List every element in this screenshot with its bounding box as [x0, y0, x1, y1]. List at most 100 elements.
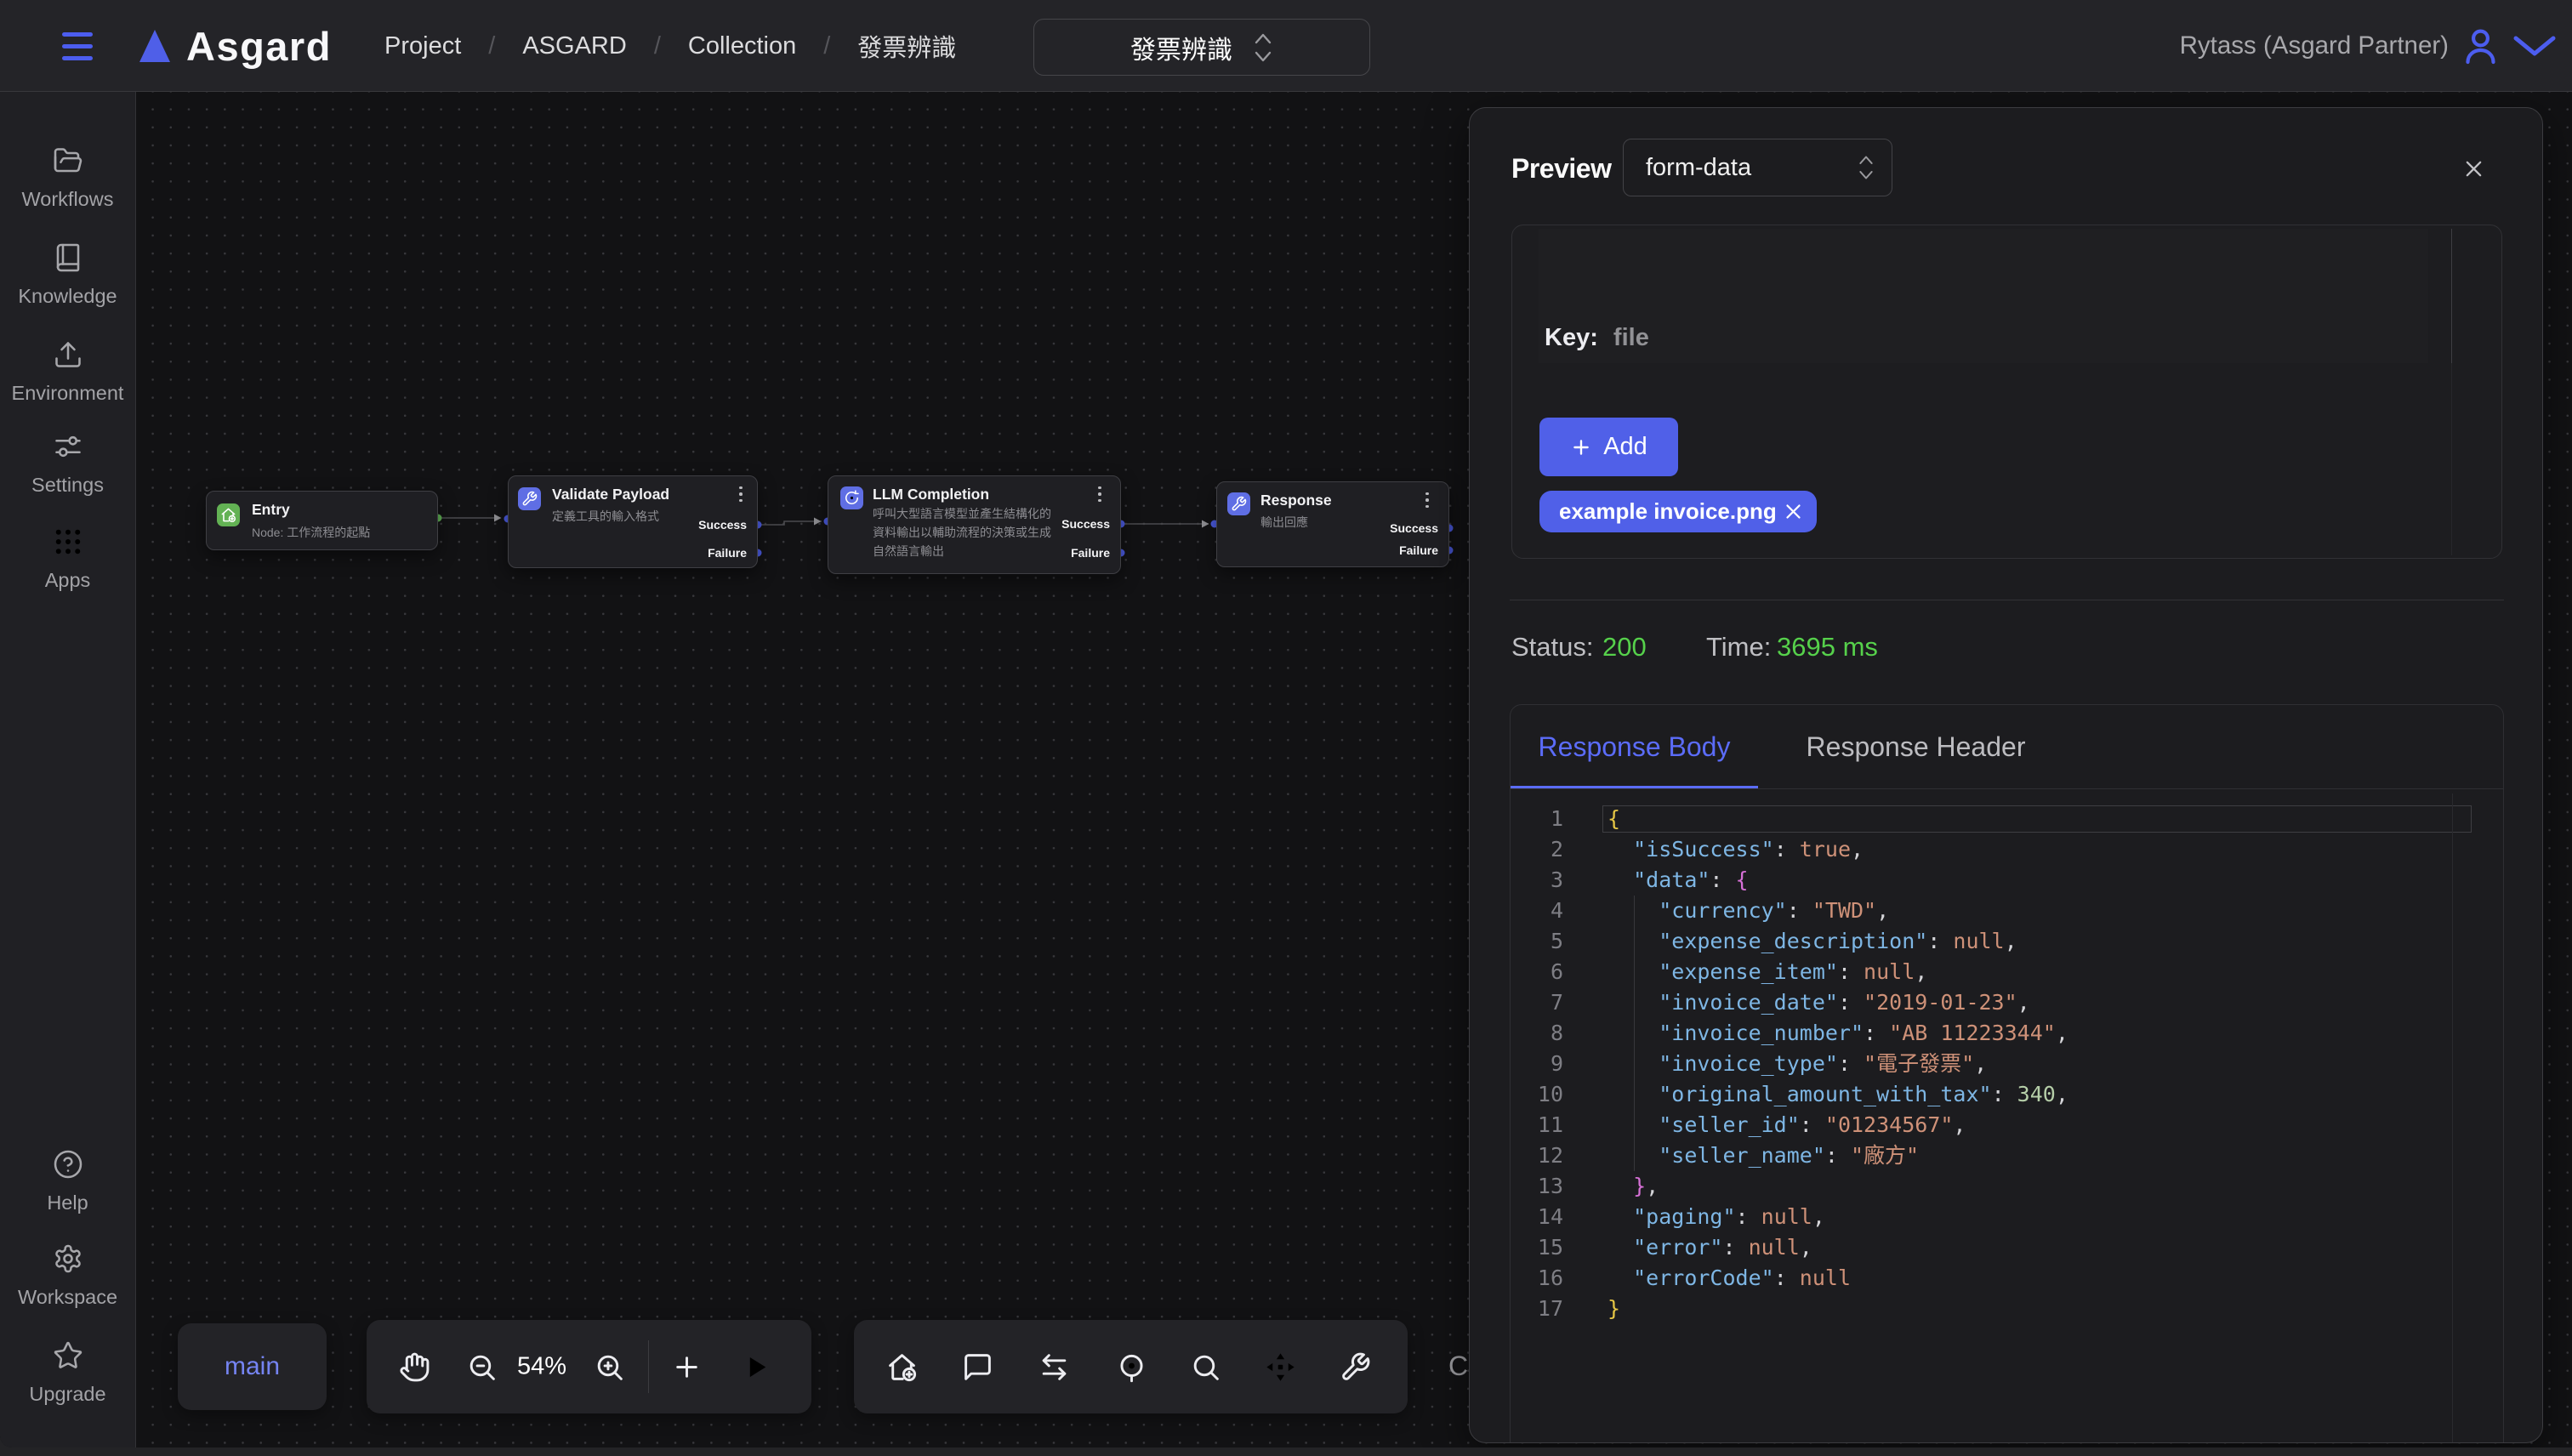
kebab-dot: [1425, 505, 1429, 509]
left-sidebar: Workflows Knowledge Environment Settings App…: [0, 92, 136, 1447]
port-label-success: Success: [1390, 521, 1438, 535]
line-number: 15: [1511, 1232, 1563, 1263]
breadcrumb: Project/ASGARD/Collection/發票辨識: [384, 0, 956, 92]
grid-icon: [53, 526, 83, 557]
house-plus-button[interactable]: [878, 1343, 925, 1391]
code-token: [1608, 867, 1633, 892]
panel-close-button[interactable]: [2459, 154, 2488, 183]
top-bar: Asgard Project/ASGARD/Collection/發票辨識 發票…: [0, 0, 2572, 92]
node-title: Validate Payload: [552, 486, 669, 503]
code-text: },: [1608, 1171, 1659, 1202]
node-menu-icon[interactable]: [1420, 489, 1435, 511]
code-text: "original_amount_with_tax": 340,: [1608, 1079, 2068, 1110]
zoom-out-button[interactable]: [458, 1343, 505, 1391]
node-icon: [518, 487, 541, 510]
code-text: "isSuccess": true,: [1608, 834, 1864, 865]
node-menu-icon[interactable]: [1092, 483, 1107, 505]
code-token: null: [1864, 959, 1915, 984]
sidebar-item-upgrade[interactable]: Upgrade: [0, 1340, 135, 1406]
code-token: "expense_item": [1659, 959, 1838, 984]
wrench-button[interactable]: [1331, 1343, 1379, 1391]
code-line: 2 "isSuccess": true,: [1511, 834, 2503, 865]
node-menu-icon[interactable]: [733, 483, 748, 505]
node-validate-payload[interactable]: Validate Payload定義工具的輸入格式SuccessFailure: [508, 475, 758, 568]
unfold-icon: [1858, 153, 1875, 182]
menu-icon[interactable]: [62, 32, 93, 64]
code-text: "expense_description": null,: [1608, 926, 2017, 957]
file-chip[interactable]: example invoice.png: [1539, 491, 1817, 532]
code-token: "currency": [1659, 898, 1787, 923]
status-label: Status:: [1511, 632, 1594, 663]
code-text: "invoice_type": "電子發票",: [1608, 1049, 1987, 1079]
add-file-button[interactable]: Add: [1539, 418, 1678, 476]
zoom-in-button[interactable]: [585, 1343, 633, 1391]
code-token: "invoice_number": [1659, 1021, 1864, 1045]
logo-triangle-icon: [139, 30, 170, 62]
move-button[interactable]: [1256, 1343, 1304, 1391]
swap-button[interactable]: [1030, 1343, 1078, 1391]
code-token: 340: [2017, 1082, 2056, 1106]
sidebar-item-workflows[interactable]: Workflows: [0, 145, 135, 211]
search-button[interactable]: [1181, 1343, 1229, 1391]
code-token: [1608, 1174, 1633, 1198]
node-llm-completion[interactable]: LLM Completion呼叫大型語言模型並產生結構化的資料輸出以輔助流程的決…: [828, 475, 1121, 574]
tab-response-header[interactable]: Response Header: [1778, 705, 2054, 789]
format-select[interactable]: form-data: [1623, 139, 1892, 196]
zoom-in-icon: [594, 1351, 625, 1383]
move-icon: [1265, 1351, 1296, 1383]
scrollbar-thumb[interactable]: [2451, 229, 2452, 363]
sidebar-item-help[interactable]: Help: [0, 1149, 135, 1214]
comment-button[interactable]: [953, 1343, 1001, 1391]
indent-guide: [1634, 896, 1635, 1171]
breadcrumb-item[interactable]: Collection: [688, 32, 796, 60]
current-line-outline: [1602, 805, 2472, 833]
node-entry[interactable]: EntryNode: 工作流程的起點: [206, 491, 438, 550]
locate-button[interactable]: [1107, 1343, 1155, 1391]
code-token: "AB 11223344": [1889, 1021, 2056, 1045]
line-number: 9: [1511, 1049, 1563, 1079]
app-logo: Asgard: [139, 0, 332, 92]
breadcrumb-item[interactable]: ASGARD: [522, 32, 626, 60]
sidebar-item-apps[interactable]: Apps: [0, 526, 135, 592]
time-value: 3695 ms: [1777, 632, 1878, 663]
breadcrumb-item[interactable]: 發票辨識: [857, 28, 956, 64]
code-token: :: [1927, 929, 1953, 953]
code-token: ,: [1974, 1051, 1987, 1076]
response-body-code[interactable]: 1{2 "isSuccess": true,3 "data": {4 "curr…: [1511, 790, 2503, 1443]
code-token: ,: [1800, 1235, 1812, 1260]
add-button[interactable]: [663, 1343, 710, 1391]
node-icon: [217, 503, 240, 526]
code-token: ,: [2005, 929, 2017, 953]
house-plus-icon: [220, 507, 236, 523]
sidebar-item-knowledge[interactable]: Knowledge: [0, 242, 135, 308]
code-token: "errorCode": [1633, 1265, 1774, 1290]
code-token: ,: [2017, 990, 2030, 1015]
sidebar-item-settings[interactable]: Settings: [0, 431, 135, 497]
line-number: 4: [1511, 896, 1563, 926]
account-menu[interactable]: Rytass (Asgard Partner): [2180, 0, 2557, 92]
run-button[interactable]: [732, 1343, 780, 1391]
workflow-select[interactable]: 發票辨識: [1033, 19, 1370, 76]
code-line: 9 "invoice_type": "電子發票",: [1511, 1049, 2503, 1079]
code-text: "paging": null,: [1608, 1202, 1825, 1232]
file-chip-remove-button[interactable]: [1777, 495, 1810, 529]
breadcrumb-item[interactable]: Project: [384, 32, 461, 60]
code-token: ,: [2056, 1021, 2068, 1045]
editor-scrollbar[interactable]: [2452, 793, 2453, 1443]
node-icon: [840, 486, 863, 509]
sidebar-item-environment[interactable]: Environment: [0, 339, 135, 405]
sidebar-item-workspace[interactable]: Workspace: [0, 1243, 135, 1309]
node-response[interactable]: Response輸出回應SuccessFailure: [1216, 481, 1449, 567]
code-line: 8 "invoice_number": "AB 11223344",: [1511, 1018, 2503, 1049]
sidebar-item-label: Environment: [12, 382, 124, 405]
tab-response-body[interactable]: Response Body: [1511, 705, 1758, 789]
code-token: "TWD": [1812, 898, 1876, 923]
star-icon: [53, 1340, 83, 1371]
code-token: }: [1633, 1174, 1646, 1198]
branch-label: main: [225, 1352, 280, 1381]
pan-tool-button[interactable]: [390, 1343, 438, 1391]
branch-button[interactable]: main: [178, 1323, 327, 1410]
book-icon: [53, 242, 83, 273]
line-number: 12: [1511, 1140, 1563, 1171]
line-number: 5: [1511, 926, 1563, 957]
